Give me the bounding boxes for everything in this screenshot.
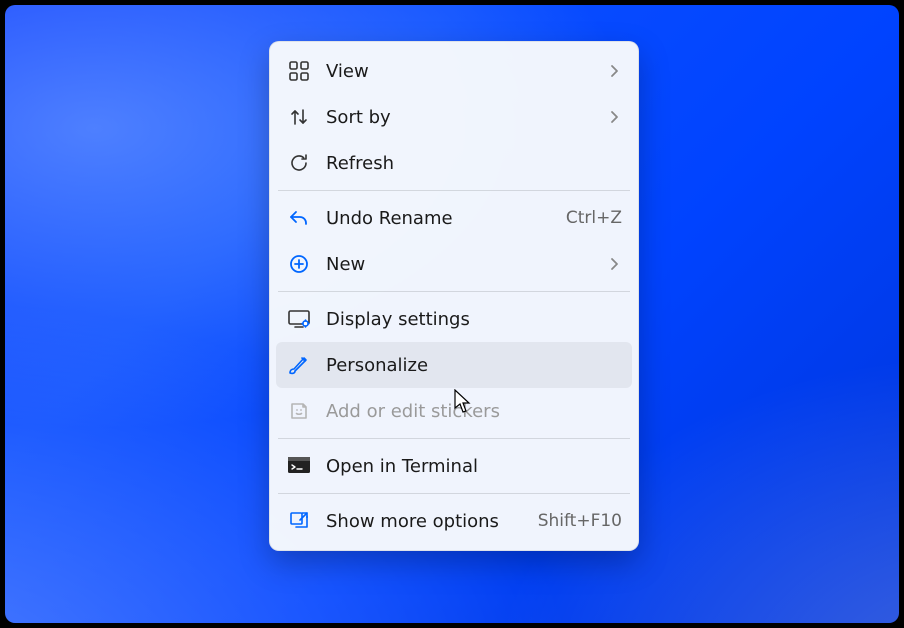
menu-item-show-more[interactable]: Show more options Shift+F10 xyxy=(276,498,632,544)
menu-item-label: Undo Rename xyxy=(326,208,552,229)
display-icon xyxy=(286,306,312,332)
menu-item-new[interactable]: New xyxy=(276,241,632,287)
menu-separator xyxy=(278,493,630,494)
menu-item-label: View xyxy=(326,61,592,82)
frame: View Sort by xyxy=(0,0,904,628)
menu-item-accelerator: Ctrl+Z xyxy=(566,208,622,228)
menu-item-sort-by[interactable]: Sort by xyxy=(276,94,632,140)
grid-icon xyxy=(286,58,312,84)
sticker-icon xyxy=(286,398,312,424)
menu-item-label: Sort by xyxy=(326,107,592,128)
terminal-icon xyxy=(286,453,312,479)
refresh-icon xyxy=(286,150,312,176)
menu-item-label: Refresh xyxy=(326,153,622,174)
menu-separator xyxy=(278,291,630,292)
desktop-wallpaper[interactable]: View Sort by xyxy=(5,5,899,623)
sort-icon xyxy=(286,104,312,130)
menu-item-undo-rename[interactable]: Undo Rename Ctrl+Z xyxy=(276,195,632,241)
menu-separator xyxy=(278,438,630,439)
menu-item-accelerator: Shift+F10 xyxy=(538,511,622,531)
menu-separator xyxy=(278,190,630,191)
menu-item-label: Show more options xyxy=(326,511,524,532)
menu-item-view[interactable]: View xyxy=(276,48,632,94)
chevron-right-icon xyxy=(606,64,622,78)
chevron-right-icon xyxy=(606,257,622,271)
desktop-context-menu: View Sort by xyxy=(269,41,639,551)
more-icon xyxy=(286,508,312,534)
menu-item-label: Open in Terminal xyxy=(326,456,622,477)
personalize-icon xyxy=(286,352,312,378)
menu-item-display-settings[interactable]: Display settings xyxy=(276,296,632,342)
new-icon xyxy=(286,251,312,277)
menu-item-label: Display settings xyxy=(326,309,622,330)
menu-item-personalize[interactable]: Personalize xyxy=(276,342,632,388)
menu-item-label: New xyxy=(326,254,592,275)
menu-item-label: Add or edit stickers xyxy=(326,401,622,422)
menu-item-label: Personalize xyxy=(326,355,622,376)
chevron-right-icon xyxy=(606,110,622,124)
menu-item-stickers: Add or edit stickers xyxy=(276,388,632,434)
undo-icon xyxy=(286,205,312,231)
menu-item-open-terminal[interactable]: Open in Terminal xyxy=(276,443,632,489)
menu-item-refresh[interactable]: Refresh xyxy=(276,140,632,186)
